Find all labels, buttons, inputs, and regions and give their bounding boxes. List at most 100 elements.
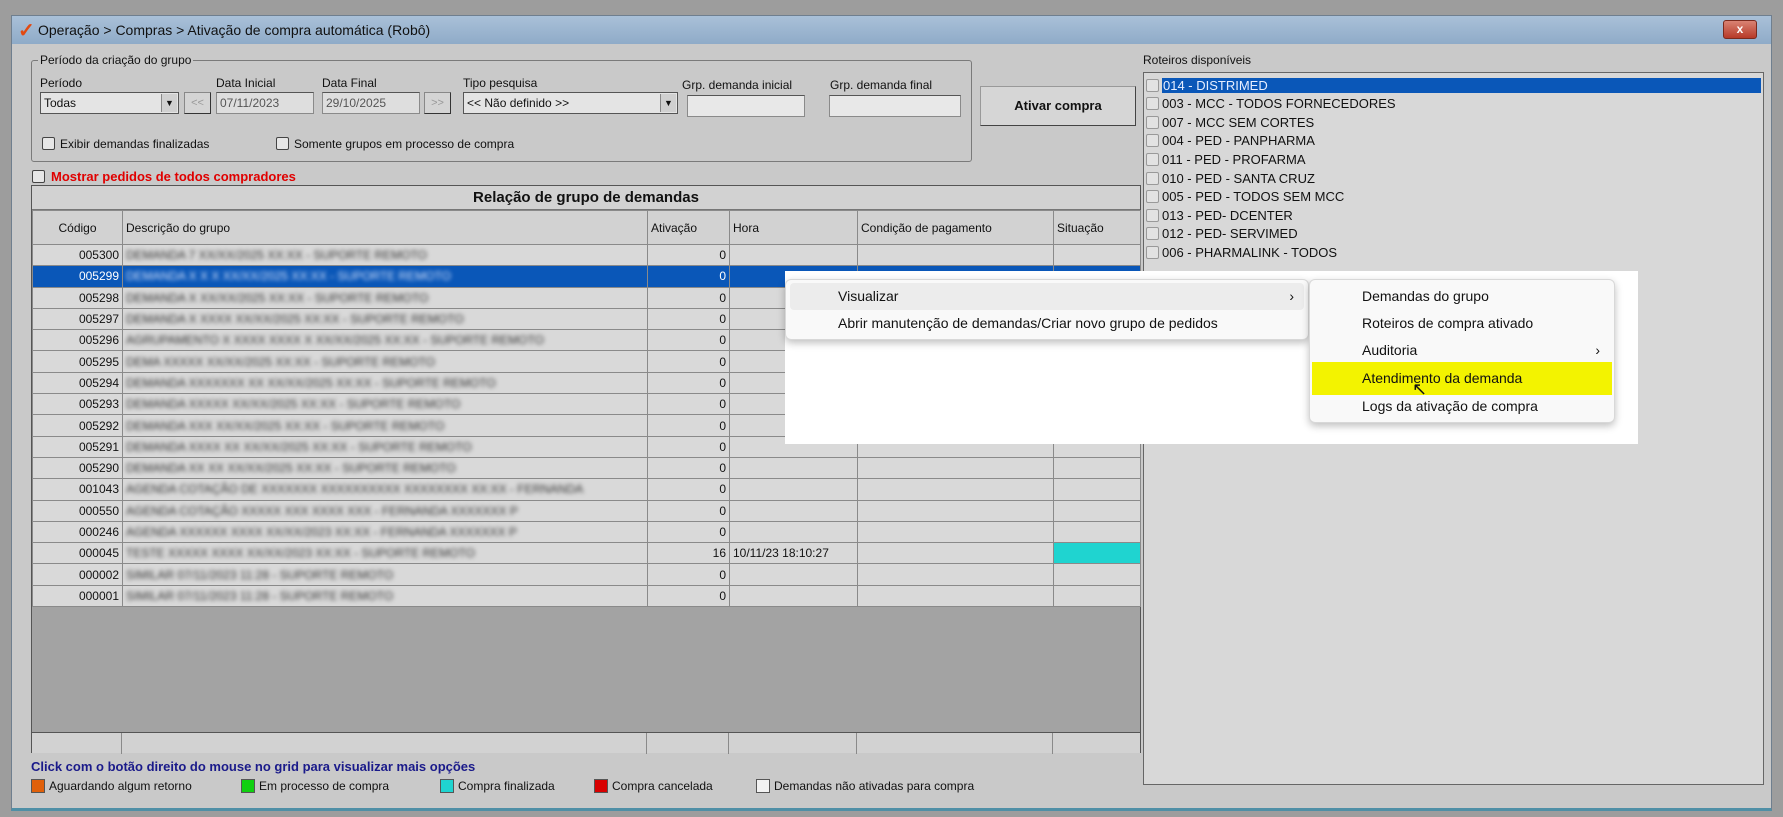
- cell-desc[interactable]: AGRUPAMENTO X XXXX XXXX X XX/XX/2025 XX:…: [122, 329, 648, 352]
- roteiro-item[interactable]: 010 - PED - SANTA CRUZ: [1146, 169, 1761, 187]
- cell-code[interactable]: 005297: [32, 307, 123, 331]
- cell-situacao[interactable]: [1053, 584, 1141, 608]
- roteiro-checkbox[interactable]: [1146, 134, 1159, 148]
- col-situacao[interactable]: Situação: [1053, 210, 1141, 245]
- cell-ativ[interactable]: 0: [647, 435, 730, 458]
- roteiro-checkbox[interactable]: [1146, 227, 1159, 241]
- cell-hora[interactable]: 10/11/23 18:10:27: [729, 542, 858, 565]
- cell-ativ[interactable]: 0: [647, 520, 730, 544]
- cell-hora[interactable]: [729, 563, 858, 586]
- cell-ativ[interactable]: 0: [647, 265, 730, 288]
- cell-cond[interactable]: [857, 478, 1054, 501]
- cell-situacao[interactable]: [1053, 456, 1141, 480]
- cell-cond[interactable]: [857, 542, 1054, 565]
- table-row[interactable]: 005300 DEMANDA 7 XX/XX/2025 XX:XX - SUPOR…: [32, 243, 1141, 267]
- cell-code[interactable]: 001043: [32, 478, 123, 501]
- roteiro-item[interactable]: 003 - MCC - TODOS FORNECEDORES: [1146, 95, 1761, 113]
- cell-code[interactable]: 000002: [32, 563, 123, 586]
- table-row[interactable]: 000550 AGENDA COTAÇÃO XXXXX XXX XXXX XXX …: [32, 499, 1141, 522]
- roteiro-item[interactable]: 006 - PHARMALINK - TODOS: [1146, 243, 1761, 261]
- cell-cond[interactable]: [857, 520, 1054, 544]
- roteiro-item[interactable]: 013 - PED- DCENTER: [1146, 206, 1761, 224]
- cell-desc[interactable]: DEMA XXXXX XX/XX/2025 XX:XX - SUPORTE RE…: [122, 350, 648, 373]
- cell-code[interactable]: 005298: [32, 286, 123, 309]
- col-ativacao[interactable]: Ativação: [647, 210, 730, 245]
- cell-hora[interactable]: [729, 584, 858, 608]
- menu-item-visualizar[interactable]: Visualizar ›: [790, 283, 1304, 310]
- submenu-logs-ativacao[interactable]: Logs da ativação de compra: [1314, 393, 1610, 420]
- roteiro-item[interactable]: 012 - PED- SERVIMED: [1146, 225, 1761, 243]
- exibir-finalizadas-checkbox[interactable]: [42, 137, 55, 150]
- cell-desc[interactable]: AGENDA COTAÇÃO XXXXX XXX XXXX XXX - FERN…: [122, 499, 648, 522]
- cell-code[interactable]: 000045: [32, 542, 123, 565]
- cell-ativ[interactable]: 0: [647, 584, 730, 608]
- cell-hora[interactable]: [729, 243, 858, 267]
- cell-ativ[interactable]: 0: [647, 563, 730, 586]
- cell-cond[interactable]: [857, 499, 1054, 522]
- table-row[interactable]: 005290 DEMANDA XX XX XX/XX/2025 XX:XX - S…: [32, 456, 1141, 480]
- cell-hora[interactable]: [729, 499, 858, 522]
- cell-desc[interactable]: AGENDA XXXXXX XXXX XX/XX/2023 XX:XX - FE…: [122, 520, 648, 544]
- prev-period-button[interactable]: <<: [184, 92, 211, 114]
- roteiro-checkbox[interactable]: [1146, 115, 1159, 129]
- cell-ativ[interactable]: 16: [647, 542, 730, 565]
- roteiro-item[interactable]: 004 - PED - PANPHARMA: [1146, 132, 1761, 150]
- cell-desc[interactable]: DEMANDA X XX/XX/2025 XX:XX - SUPORTE REM…: [122, 286, 648, 309]
- cell-ativ[interactable]: 0: [647, 499, 730, 522]
- cell-code[interactable]: 005291: [32, 435, 123, 458]
- cell-ativ[interactable]: 0: [647, 329, 730, 352]
- cell-code[interactable]: 000246: [32, 520, 123, 544]
- cell-cond[interactable]: [857, 243, 1054, 267]
- cell-desc[interactable]: AGENDA COTAÇÃO DE XXXXXXX XXXXXXXXXX XXX…: [122, 478, 648, 501]
- cell-code[interactable]: 005296: [32, 329, 123, 352]
- col-condicao[interactable]: Condição de pagamento: [857, 210, 1054, 245]
- cell-desc[interactable]: SIMILAR 07/11/2023 11:28 - SUPORTE REMOT…: [122, 563, 648, 586]
- mostrar-todos-checkbox[interactable]: [32, 170, 45, 183]
- cell-code[interactable]: 005290: [32, 456, 123, 480]
- somente-grupos-checkbox[interactable]: [276, 137, 289, 150]
- cell-ativ[interactable]: 0: [647, 456, 730, 480]
- cell-ativ[interactable]: 0: [647, 371, 730, 395]
- submenu-atendimento-da-demanda[interactable]: Atendimento da demanda: [1312, 362, 1612, 395]
- tipo-pesquisa-select[interactable]: << Não definido >> ▼: [463, 92, 678, 114]
- col-descricao[interactable]: Descrição do grupo: [122, 210, 648, 245]
- cell-desc[interactable]: TESTE XXXXX XXXX XX/XX/2023 XX:XX - SUPO…: [122, 542, 648, 565]
- cell-desc[interactable]: DEMANDA X XXXX XX/XX/2025 XX:XX - SUPORT…: [122, 307, 648, 331]
- cell-cond[interactable]: [857, 456, 1054, 480]
- cell-desc[interactable]: DEMANDA XXXX XX XX/XX/2025 XX:XX - SUPOR…: [122, 435, 648, 458]
- table-row[interactable]: 000002 SIMILAR 07/11/2023 11:28 - SUPORTE…: [32, 563, 1141, 586]
- cell-ativ[interactable]: 0: [647, 393, 730, 416]
- roteiro-checkbox[interactable]: [1146, 190, 1159, 204]
- cell-situacao[interactable]: [1053, 499, 1141, 522]
- roteiro-checkbox[interactable]: [1146, 245, 1159, 259]
- close-button[interactable]: x: [1723, 20, 1757, 39]
- cell-hora[interactable]: [729, 520, 858, 544]
- roteiro-item[interactable]: 007 - MCC SEM CORTES: [1146, 113, 1761, 131]
- cell-code[interactable]: 000550: [32, 499, 123, 522]
- next-period-button[interactable]: >>: [424, 92, 451, 114]
- submenu-roteiros-ativado[interactable]: Roteiros de compra ativado: [1314, 310, 1610, 337]
- cell-desc[interactable]: DEMANDA XXXXXXX XX XX/XX/2025 XX:XX - SU…: [122, 371, 648, 395]
- cell-desc[interactable]: DEMANDA X X X XX/XX/2025 XX:XX - SUPORTE…: [122, 265, 648, 288]
- table-row[interactable]: 000045 TESTE XXXXX XXXX XX/XX/2023 XX:XX …: [32, 542, 1141, 565]
- cell-code[interactable]: 005292: [32, 414, 123, 437]
- cell-situacao[interactable]: [1053, 243, 1141, 267]
- table-row[interactable]: 001043 AGENDA COTAÇÃO DE XXXXXXX XXXXXXXX…: [32, 478, 1141, 501]
- data-inicial-input[interactable]: 07/11/2023: [216, 92, 314, 114]
- roteiro-checkbox[interactable]: [1146, 78, 1159, 92]
- roteiro-checkbox[interactable]: [1146, 171, 1159, 185]
- cell-ativ[interactable]: 0: [647, 243, 730, 267]
- cell-desc[interactable]: DEMANDA XXX XX/XX/2025 XX:XX - SUPORTE R…: [122, 414, 648, 437]
- col-codigo[interactable]: Código: [32, 210, 123, 245]
- cell-situacao[interactable]: [1053, 478, 1141, 501]
- cell-situacao[interactable]: [1053, 542, 1141, 565]
- menu-item-abrir-manutencao[interactable]: Abrir manutenção de demandas/Criar novo …: [790, 310, 1304, 337]
- cell-code[interactable]: 005294: [32, 371, 123, 395]
- cell-ativ[interactable]: 0: [647, 350, 730, 373]
- roteiro-item[interactable]: 011 - PED - PROFARMA: [1146, 150, 1761, 168]
- cell-ativ[interactable]: 0: [647, 286, 730, 309]
- cell-situacao[interactable]: [1053, 563, 1141, 586]
- roteiro-checkbox[interactable]: [1146, 152, 1159, 166]
- data-final-input[interactable]: 29/10/2025: [322, 92, 420, 114]
- roteiro-checkbox[interactable]: [1146, 208, 1159, 222]
